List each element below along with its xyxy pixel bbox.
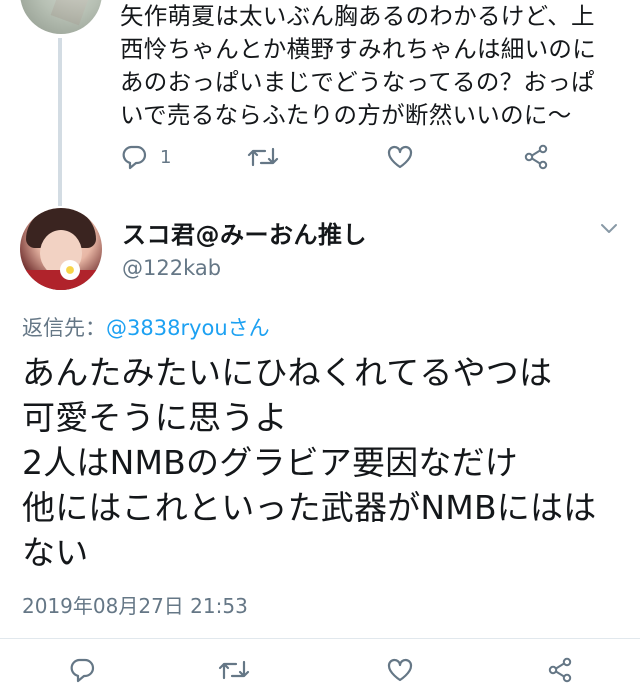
retweet-button[interactable] bbox=[218, 658, 250, 682]
share-icon bbox=[522, 143, 550, 171]
flower-icon bbox=[60, 260, 80, 280]
divider bbox=[0, 638, 640, 639]
retweet-icon bbox=[218, 658, 250, 682]
chevron-down-icon bbox=[600, 220, 618, 239]
retweet-icon bbox=[247, 145, 279, 169]
reply-button[interactable] bbox=[68, 657, 96, 683]
reply-icon bbox=[120, 144, 148, 170]
parent-reply-count: 1 bbox=[160, 146, 172, 168]
parent-share-button[interactable] bbox=[522, 143, 550, 171]
author-display-name[interactable]: スコ君@みーおん推し bbox=[122, 215, 367, 250]
like-button[interactable] bbox=[386, 657, 414, 683]
author-avatar[interactable] bbox=[20, 208, 102, 290]
parent-reply-button[interactable]: 1 bbox=[120, 144, 171, 170]
parent-like-button[interactable] bbox=[386, 144, 414, 170]
share-icon bbox=[546, 656, 574, 684]
parent-retweet-button[interactable] bbox=[247, 145, 279, 169]
reply-to-mention-link[interactable]: @3838ryouさん bbox=[106, 316, 270, 340]
share-button[interactable] bbox=[546, 656, 574, 684]
tweet-text: あんたみたいにひねくれてるやつは 可愛そうに思うよ 2人はNMBのグラビア要因な… bbox=[22, 353, 597, 572]
reply-to-prefix: 返信先： bbox=[22, 316, 106, 340]
tweet-menu-button[interactable] bbox=[600, 220, 618, 239]
author-handle[interactable]: @122kab bbox=[122, 256, 221, 280]
like-icon bbox=[386, 144, 414, 170]
reply-to-line: 返信先：@3838ryouさん bbox=[22, 312, 270, 342]
parent-tweet-text: 矢作萌夏は太いぶん胸あるのわかるけど、上 西怜ちゃんとか横野すみれちゃんは細いの… bbox=[120, 2, 596, 129]
thread-line bbox=[58, 38, 62, 206]
reply-icon bbox=[68, 657, 96, 683]
like-icon bbox=[386, 657, 414, 683]
tweet-timestamp[interactable]: 2019年08月27日 21:53 bbox=[22, 590, 248, 619]
parent-avatar[interactable] bbox=[20, 0, 102, 34]
